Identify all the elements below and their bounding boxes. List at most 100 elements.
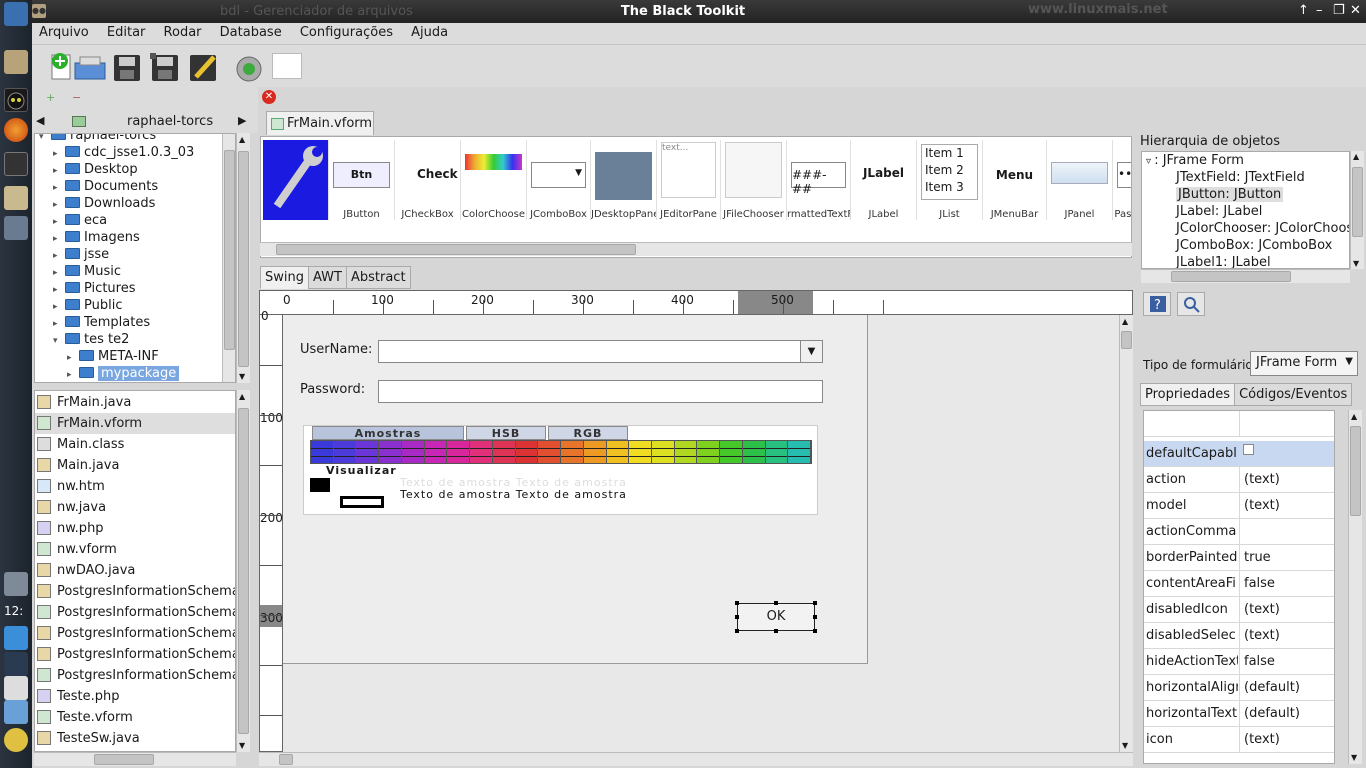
form-type-select[interactable]: JFrame Form ▼ bbox=[1250, 351, 1358, 376]
tree-scrollbar[interactable] bbox=[222, 134, 235, 382]
palette-item[interactable]: text... JEditorPane bbox=[657, 140, 721, 220]
file-item[interactable]: nw.vform bbox=[35, 539, 235, 560]
wrench-tool-icon[interactable] bbox=[263, 140, 329, 220]
color-swatch[interactable] bbox=[765, 441, 789, 463]
help-icon[interactable]: ? bbox=[1143, 292, 1171, 316]
property-row[interactable]: actionComma bbox=[1144, 519, 1334, 545]
property-value[interactable]: (default) bbox=[1244, 706, 1334, 721]
jframe-form[interactable]: UserName: ▼ Password: Amostras HSB RGB V… bbox=[283, 315, 868, 664]
file-item[interactable]: PostgresInformationSchema bbox=[35, 665, 235, 686]
color-swatch[interactable] bbox=[401, 441, 425, 463]
tree-item[interactable]: ▸ META-INF bbox=[67, 349, 159, 366]
cc-tab-hsb[interactable]: HSB bbox=[466, 426, 546, 440]
tab-swing[interactable]: Swing bbox=[260, 266, 309, 289]
ok-button[interactable]: OK bbox=[737, 603, 815, 631]
search-icon[interactable] bbox=[1177, 292, 1205, 316]
palette-hscrollbar[interactable] bbox=[260, 242, 1132, 256]
canvas-hscrollbar[interactable] bbox=[259, 752, 1133, 766]
tab-abstract[interactable]: Abstract bbox=[345, 266, 411, 289]
file-item[interactable]: PostgresInformationSchema bbox=[35, 623, 235, 644]
resize-handle[interactable] bbox=[813, 629, 817, 633]
menu-database[interactable]: Database bbox=[213, 23, 289, 42]
tree-item[interactable]: ▸ Public bbox=[53, 298, 122, 315]
tree-item[interactable]: ▸ Imagens bbox=[53, 230, 140, 247]
color-swatch[interactable] bbox=[742, 441, 766, 463]
color-swatch[interactable] bbox=[424, 441, 448, 463]
hierarchy-item[interactable]: JLabel: JLabel bbox=[1176, 204, 1262, 221]
file-item[interactable]: TesteSw.java bbox=[35, 728, 235, 749]
network-icon[interactable] bbox=[4, 626, 28, 650]
tree-outer-scrollbar[interactable]: ▲ ▼ bbox=[236, 133, 250, 383]
palette-item[interactable]: JDesktopPane bbox=[591, 140, 657, 220]
signal-icon[interactable] bbox=[4, 652, 28, 676]
property-row[interactable]: action (text) bbox=[1144, 467, 1334, 493]
hierarchy-hscrollbar[interactable] bbox=[1141, 269, 1350, 283]
menu-editar[interactable]: Editar bbox=[100, 23, 153, 42]
color-swatches[interactable] bbox=[310, 440, 812, 464]
resize-handle[interactable] bbox=[813, 601, 817, 605]
color-swatch[interactable] bbox=[674, 441, 698, 463]
property-value[interactable]: true bbox=[1244, 550, 1334, 565]
chevron-right-icon[interactable]: ▸ bbox=[67, 370, 77, 380]
resize-handle[interactable] bbox=[735, 629, 739, 633]
canvas-vscrollbar[interactable]: ▲ ▼ bbox=[1119, 315, 1133, 752]
file-item[interactable]: nwDAO.java bbox=[35, 560, 235, 581]
chevron-right-icon[interactable]: ▸ bbox=[53, 149, 63, 159]
property-value[interactable]: (text) bbox=[1244, 732, 1334, 747]
property-vscrollbar[interactable]: ▲ ▼ bbox=[1348, 410, 1362, 764]
blacktoolkit-cat-icon[interactable] bbox=[4, 88, 28, 112]
menu-configuracoes[interactable]: Configurações bbox=[293, 23, 400, 42]
property-value[interactable]: (text) bbox=[1244, 472, 1334, 487]
tree-item[interactable]: ▸ Desktop bbox=[53, 162, 138, 179]
color-swatch[interactable] bbox=[652, 441, 675, 463]
property-value[interactable]: false bbox=[1244, 576, 1334, 591]
tree-item[interactable]: ▸ Downloads bbox=[53, 196, 155, 213]
property-row[interactable]: borderPainted true bbox=[1144, 545, 1334, 571]
file-manager-icon[interactable] bbox=[4, 50, 28, 74]
property-row[interactable]: disabledSelec (text) bbox=[1144, 623, 1334, 649]
palette-item[interactable]: ###-## rmattedTextFi bbox=[787, 140, 851, 220]
chevron-down-icon[interactable]: ▼ bbox=[1345, 356, 1353, 367]
cc-tab-amostras[interactable]: Amostras bbox=[312, 426, 464, 440]
hierarchy-item[interactable]: ▿ : JFrame Form bbox=[1146, 153, 1244, 170]
file-item[interactable]: PostgresInformationSchema bbox=[35, 581, 235, 602]
tree-item[interactable]: ▸ jsse bbox=[53, 247, 109, 264]
menu-ajuda[interactable]: Ajuda bbox=[404, 23, 455, 42]
hierarchy-item[interactable]: JButton: JButton bbox=[1176, 187, 1284, 204]
file-list-scrollbar[interactable]: ▲ ▼ bbox=[236, 390, 250, 752]
tab-propriedades[interactable]: Propriedades bbox=[1140, 383, 1236, 406]
file-item[interactable]: Main.class bbox=[35, 434, 235, 455]
nav-left-arrow-icon[interactable]: ◀ bbox=[36, 114, 44, 127]
chevron-right-icon[interactable]: ▸ bbox=[53, 268, 63, 278]
chevron-right-icon[interactable]: ▸ bbox=[53, 319, 63, 329]
color-swatch[interactable] bbox=[629, 441, 653, 463]
color-swatch[interactable] bbox=[606, 441, 630, 463]
firefox-icon[interactable] bbox=[4, 118, 28, 142]
palette-item[interactable]: Menu JMenuBar bbox=[983, 140, 1047, 220]
palette-item[interactable]: Item 1 Item 2 Item 3 JList bbox=[917, 140, 983, 220]
power-icon[interactable] bbox=[4, 728, 28, 752]
tree-item[interactable]: ▸ Music bbox=[53, 264, 121, 281]
password-label[interactable]: Password: bbox=[300, 382, 365, 397]
property-row[interactable]: horizontalAlign (default) bbox=[1144, 675, 1334, 701]
file-item[interactable]: FrMain.java bbox=[35, 392, 235, 413]
color-swatch[interactable] bbox=[333, 441, 357, 463]
system-menu-icon[interactable] bbox=[4, 2, 28, 26]
property-row[interactable]: hideActionText false bbox=[1144, 649, 1334, 675]
palette-item[interactable]: ▼ JComboBox bbox=[527, 140, 591, 220]
window-maximize-button[interactable]: ❐ bbox=[1333, 3, 1345, 18]
chevron-right-icon[interactable]: ▸ bbox=[53, 251, 63, 261]
resize-handle[interactable] bbox=[735, 601, 739, 605]
chevron-down-icon[interactable]: ▿ bbox=[1146, 156, 1154, 167]
terminal-icon[interactable] bbox=[4, 152, 28, 176]
color-swatch[interactable] bbox=[356, 441, 380, 463]
cube-icon[interactable] bbox=[4, 216, 28, 240]
property-checkbox[interactable] bbox=[1243, 444, 1254, 455]
hierarchy-vscrollbar[interactable]: ▲ ▼ bbox=[1350, 151, 1364, 269]
chevron-right-icon[interactable]: ▸ bbox=[53, 234, 63, 244]
hierarchy-item[interactable]: JColorChooser: JColorChoos bbox=[1176, 221, 1349, 238]
file-item[interactable]: PostgresInformationSchema bbox=[35, 602, 235, 623]
chevron-right-icon[interactable]: ▸ bbox=[67, 353, 77, 363]
username-label[interactable]: UserName: bbox=[300, 342, 372, 357]
property-value[interactable]: (default) bbox=[1244, 680, 1334, 695]
